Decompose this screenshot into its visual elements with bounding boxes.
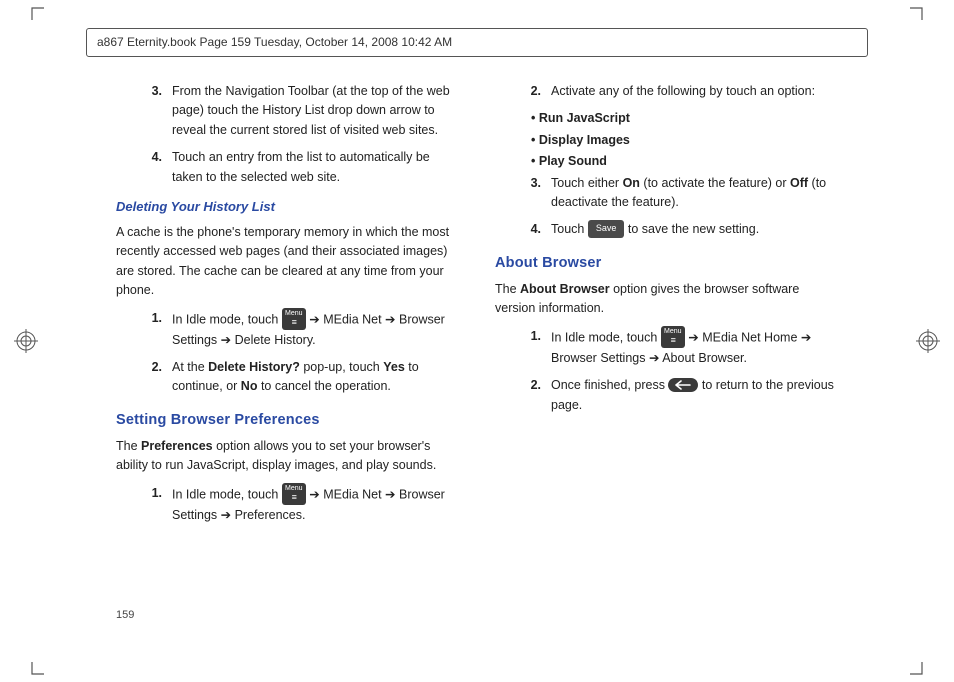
text: The — [116, 439, 141, 453]
bold-text: Run JavaScript — [539, 111, 630, 125]
bold-text: Delete History? — [208, 360, 300, 374]
text: (to activate the feature) or — [640, 176, 790, 190]
bold-text: Yes — [383, 360, 405, 374]
heading-about-browser: About Browser — [495, 252, 838, 274]
step-text: Touch either On (to activate the feature… — [551, 174, 838, 213]
text: The — [495, 282, 520, 296]
page-number: 159 — [116, 607, 134, 624]
step-text: Once finished, press to return to the pr… — [551, 376, 838, 415]
text: At the — [172, 360, 208, 374]
list-item: 1. In Idle mode, touch Menu≡ ➔ MEdia Net… — [525, 327, 838, 368]
step-number: 4. — [525, 220, 541, 239]
menu-icon: Menu≡ — [661, 326, 685, 348]
step-text: In Idle mode, touch Menu≡ ➔ MEdia Net Ho… — [551, 327, 838, 368]
step-text: Touch an entry from the list to automati… — [172, 148, 459, 187]
bold-text: Off — [790, 176, 808, 190]
text: Once finished, press — [551, 378, 668, 392]
list-item: 2. At the Delete History? pop-up, touch … — [146, 358, 459, 397]
step-text: In Idle mode, touch Menu≡ ➔ MEdia Net ➔ … — [172, 309, 459, 350]
step-number: 3. — [146, 82, 162, 140]
step-text: Touch Save to save the new setting. — [551, 220, 759, 239]
text: In Idle mode, touch — [172, 487, 282, 501]
bold-text: Play Sound — [539, 154, 607, 168]
step-text: Activate any of the following by touch a… — [551, 82, 815, 101]
bullet-item: Play Sound — [531, 152, 838, 171]
text: to cancel the operation. — [257, 379, 390, 393]
paragraph: The Preferences option allows you to set… — [116, 437, 459, 476]
paragraph: The About Browser option gives the brows… — [495, 280, 838, 319]
step-number: 3. — [525, 174, 541, 213]
text: In Idle mode, touch — [551, 330, 661, 344]
list-item: 4. Touch an entry from the list to autom… — [146, 148, 459, 187]
right-column: 2. Activate any of the following by touc… — [495, 80, 838, 602]
cropmark-icon — [26, 2, 44, 20]
step-number: 4. — [146, 148, 162, 187]
back-icon — [668, 378, 698, 392]
bold-text: No — [241, 379, 258, 393]
menu-icon: Menu≡ — [282, 483, 306, 505]
list-item: 3. From the Navigation Toolbar (at the t… — [146, 82, 459, 140]
step-text: From the Navigation Toolbar (at the top … — [172, 82, 459, 140]
page-header: a867 Eternity.book Page 159 Tuesday, Oct… — [86, 28, 868, 57]
step-text: In Idle mode, touch Menu≡ ➔ MEdia Net ➔ … — [172, 484, 459, 525]
step-number: 1. — [146, 309, 162, 350]
registration-mark-icon — [14, 329, 38, 353]
list-item: 4. Touch Save to save the new setting. — [525, 220, 838, 239]
menu-icon: Menu≡ — [282, 308, 306, 330]
bullet-item: Display Images — [531, 131, 838, 150]
cropmark-icon — [910, 662, 928, 680]
save-icon: Save — [588, 220, 625, 238]
list-item: 2. Once finished, press to return to the… — [525, 376, 838, 415]
list-item: 3. Touch either On (to activate the feat… — [525, 174, 838, 213]
step-number: 2. — [525, 82, 541, 101]
cropmark-icon — [26, 662, 44, 680]
heading-browser-preferences: Setting Browser Preferences — [116, 409, 459, 431]
page-content: 3. From the Navigation Toolbar (at the t… — [116, 80, 838, 602]
bold-text: About Browser — [520, 282, 610, 296]
step-number: 2. — [525, 376, 541, 415]
heading-deleting-history: Deleting Your History List — [116, 197, 459, 217]
paragraph: A cache is the phone's temporary memory … — [116, 223, 459, 301]
bold-text: Display Images — [539, 133, 630, 147]
step-number: 2. — [146, 358, 162, 397]
step-number: 1. — [146, 484, 162, 525]
list-item: 1. In Idle mode, touch Menu≡ ➔ MEdia Net… — [146, 309, 459, 350]
text: In Idle mode, touch — [172, 312, 282, 326]
bold-text: On — [623, 176, 640, 190]
text: to save the new setting. — [628, 222, 759, 236]
text: Touch either — [551, 176, 623, 190]
registration-mark-icon — [916, 329, 940, 353]
list-item: 2. Activate any of the following by touc… — [525, 82, 838, 101]
cropmark-icon — [910, 2, 928, 20]
text: Touch — [551, 222, 588, 236]
bullet-item: Run JavaScript — [531, 109, 838, 128]
left-column: 3. From the Navigation Toolbar (at the t… — [116, 80, 459, 602]
step-number: 1. — [525, 327, 541, 368]
step-text: At the Delete History? pop-up, touch Yes… — [172, 358, 459, 397]
text: pop-up, touch — [300, 360, 383, 374]
bold-text: Preferences — [141, 439, 213, 453]
list-item: 1. In Idle mode, touch Menu≡ ➔ MEdia Net… — [146, 484, 459, 525]
